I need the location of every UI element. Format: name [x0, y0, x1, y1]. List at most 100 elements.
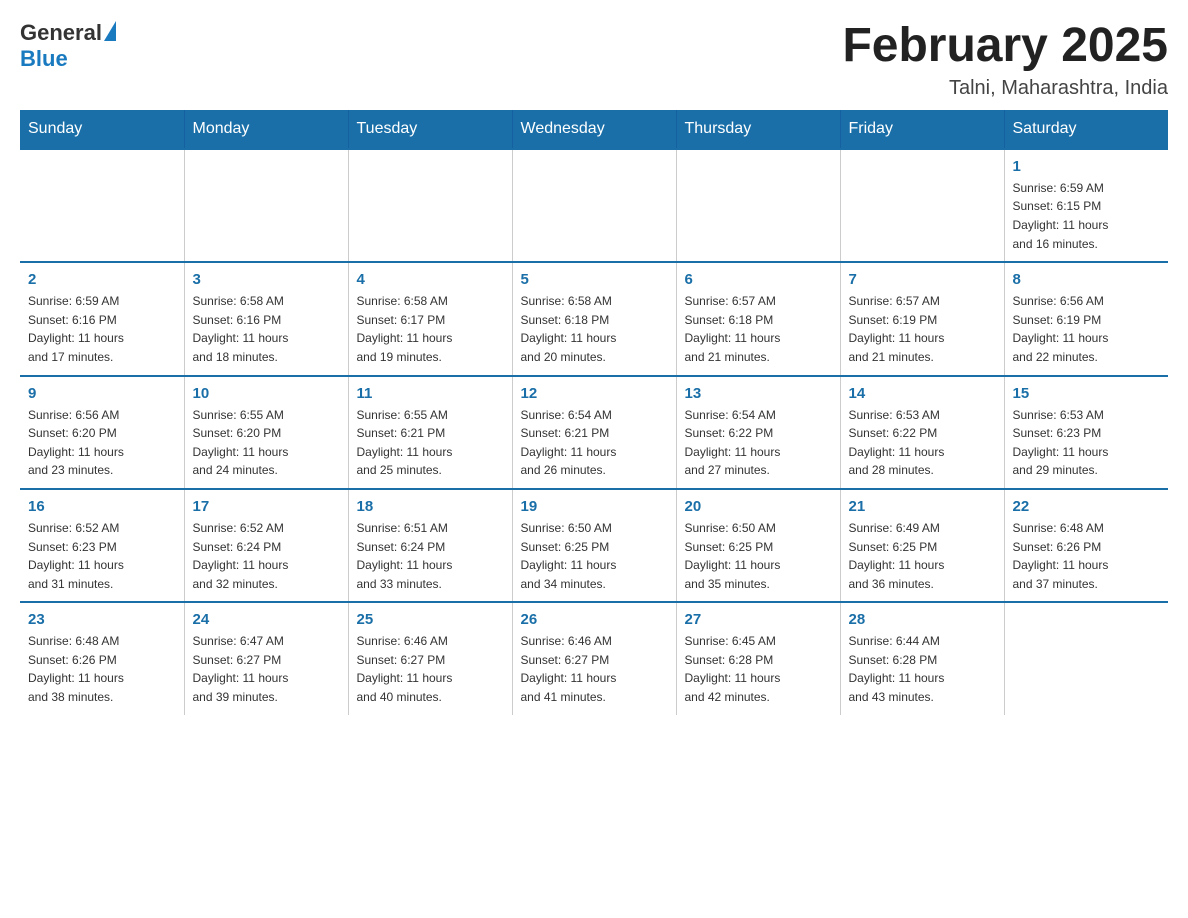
- calendar-cell: [20, 149, 184, 262]
- day-number: 15: [1013, 385, 1161, 402]
- calendar-week-row: 1Sunrise: 6:59 AM Sunset: 6:15 PM Daylig…: [20, 149, 1168, 262]
- day-info-text: Sunrise: 6:52 AM Sunset: 6:23 PM Dayligh…: [28, 519, 176, 593]
- day-number: 13: [685, 385, 832, 402]
- logo: General Blue: [20, 20, 120, 72]
- weekday-header-wednesday: Wednesday: [512, 110, 676, 149]
- day-info-text: Sunrise: 6:48 AM Sunset: 6:26 PM Dayligh…: [28, 632, 176, 706]
- calendar-table: SundayMondayTuesdayWednesdayThursdayFrid…: [20, 110, 1168, 715]
- weekday-header-friday: Friday: [840, 110, 1004, 149]
- day-number: 11: [357, 385, 504, 402]
- calendar-cell: 11 Sunrise: 6:55 AM Sunset: 6:21 PM Dayli…: [348, 376, 512, 489]
- day-number: 6: [685, 271, 832, 288]
- day-info-text: Sunrise: 6:56 AM Sunset: 6:20 PM Dayligh…: [28, 406, 176, 480]
- day-number: 16: [28, 498, 176, 515]
- calendar-cell: 27 Sunrise: 6:45 AM Sunset: 6:28 PM Dayli…: [676, 602, 840, 714]
- day-number: 19: [521, 498, 668, 515]
- calendar-week-row: 9Sunrise: 6:56 AM Sunset: 6:20 PM Daylig…: [20, 376, 1168, 489]
- calendar-cell: 4 Sunrise: 6:58 AM Sunset: 6:17 PM Daylig…: [348, 262, 512, 375]
- day-info-text: Sunrise: 6:46 AM Sunset: 6:27 PM Dayligh…: [521, 632, 668, 706]
- day-number: 26: [521, 611, 668, 628]
- day-number: 24: [193, 611, 340, 628]
- day-info-text: Sunrise: 6:55 AM Sunset: 6:20 PM Dayligh…: [193, 406, 340, 480]
- location-subtitle: Talni, Maharashtra, India: [842, 77, 1168, 100]
- day-info-text: Sunrise: 6:49 AM Sunset: 6:25 PM Dayligh…: [849, 519, 996, 593]
- calendar-cell: 21 Sunrise: 6:49 AM Sunset: 6:25 PM Dayli…: [840, 489, 1004, 602]
- calendar-cell: 15 Sunrise: 6:53 AM Sunset: 6:23 PM Dayli…: [1004, 376, 1168, 489]
- calendar-week-row: 23 Sunrise: 6:48 AM Sunset: 6:26 PM Dayli…: [20, 602, 1168, 714]
- calendar-cell: 14 Sunrise: 6:53 AM Sunset: 6:22 PM Dayli…: [840, 376, 1004, 489]
- day-info-text: Sunrise: 6:58 AM Sunset: 6:16 PM Dayligh…: [193, 292, 340, 366]
- day-info-text: Sunrise: 6:45 AM Sunset: 6:28 PM Dayligh…: [685, 632, 832, 706]
- logo-triangle-icon: [104, 21, 116, 41]
- weekday-header-sunday: Sunday: [20, 110, 184, 149]
- day-info-text: Sunrise: 6:52 AM Sunset: 6:24 PM Dayligh…: [193, 519, 340, 593]
- calendar-cell: 19 Sunrise: 6:50 AM Sunset: 6:25 PM Dayli…: [512, 489, 676, 602]
- day-number: 4: [357, 271, 504, 288]
- day-number: 22: [1013, 498, 1161, 515]
- calendar-cell: 7 Sunrise: 6:57 AM Sunset: 6:19 PM Daylig…: [840, 262, 1004, 375]
- calendar-cell: 17Sunrise: 6:52 AM Sunset: 6:24 PM Dayli…: [184, 489, 348, 602]
- day-number: 3: [193, 271, 340, 288]
- calendar-cell: 28Sunrise: 6:44 AM Sunset: 6:28 PM Dayli…: [840, 602, 1004, 714]
- day-number: 2: [28, 271, 176, 288]
- calendar-cell: 26 Sunrise: 6:46 AM Sunset: 6:27 PM Dayli…: [512, 602, 676, 714]
- calendar-cell: [840, 149, 1004, 262]
- calendar-cell: 25 Sunrise: 6:46 AM Sunset: 6:27 PM Dayli…: [348, 602, 512, 714]
- day-info-text: Sunrise: 6:53 AM Sunset: 6:22 PM Dayligh…: [849, 406, 996, 480]
- calendar-cell: [348, 149, 512, 262]
- day-number: 14: [849, 385, 996, 402]
- day-info-text: Sunrise: 6:50 AM Sunset: 6:25 PM Dayligh…: [685, 519, 832, 593]
- day-info-text: Sunrise: 6:46 AM Sunset: 6:27 PM Dayligh…: [357, 632, 504, 706]
- day-number: 21: [849, 498, 996, 515]
- calendar-cell: 23 Sunrise: 6:48 AM Sunset: 6:26 PM Dayli…: [20, 602, 184, 714]
- day-number: 7: [849, 271, 996, 288]
- calendar-week-row: 2 Sunrise: 6:59 AM Sunset: 6:16 PM Daylig…: [20, 262, 1168, 375]
- day-info-text: Sunrise: 6:54 AM Sunset: 6:21 PM Dayligh…: [521, 406, 668, 480]
- calendar-cell: 3 Sunrise: 6:58 AM Sunset: 6:16 PM Daylig…: [184, 262, 348, 375]
- day-info-text: Sunrise: 6:57 AM Sunset: 6:19 PM Dayligh…: [849, 292, 996, 366]
- weekday-header-monday: Monday: [184, 110, 348, 149]
- logo-general-text: General: [20, 20, 102, 46]
- day-info-text: Sunrise: 6:58 AM Sunset: 6:18 PM Dayligh…: [521, 292, 668, 366]
- day-info-text: Sunrise: 6:54 AM Sunset: 6:22 PM Dayligh…: [685, 406, 832, 480]
- day-number: 27: [685, 611, 832, 628]
- day-info-text: Sunrise: 6:59 AM Sunset: 6:16 PM Dayligh…: [28, 292, 176, 366]
- day-number: 12: [521, 385, 668, 402]
- day-number: 23: [28, 611, 176, 628]
- calendar-cell: 10 Sunrise: 6:55 AM Sunset: 6:20 PM Dayli…: [184, 376, 348, 489]
- calendar-week-row: 16 Sunrise: 6:52 AM Sunset: 6:23 PM Dayli…: [20, 489, 1168, 602]
- calendar-cell: 20 Sunrise: 6:50 AM Sunset: 6:25 PM Dayli…: [676, 489, 840, 602]
- calendar-cell: [676, 149, 840, 262]
- day-number: 8: [1013, 271, 1161, 288]
- day-info-text: Sunrise: 6:53 AM Sunset: 6:23 PM Dayligh…: [1013, 406, 1161, 480]
- day-number: 10: [193, 385, 340, 402]
- page-header: General Blue February 2025 Talni, Mahara…: [20, 20, 1168, 100]
- day-number: 18: [357, 498, 504, 515]
- calendar-cell: [184, 149, 348, 262]
- weekday-header-thursday: Thursday: [676, 110, 840, 149]
- day-info-text: Sunrise: 6:55 AM Sunset: 6:21 PM Dayligh…: [357, 406, 504, 480]
- day-number: 5: [521, 271, 668, 288]
- day-info-text: Sunrise: 6:50 AM Sunset: 6:25 PM Dayligh…: [521, 519, 668, 593]
- calendar-cell: 22 Sunrise: 6:48 AM Sunset: 6:26 PM Dayli…: [1004, 489, 1168, 602]
- day-info-text: Sunrise: 6:59 AM Sunset: 6:15 PM Dayligh…: [1013, 179, 1161, 253]
- day-info-text: Sunrise: 6:58 AM Sunset: 6:17 PM Dayligh…: [357, 292, 504, 366]
- day-info-text: Sunrise: 6:56 AM Sunset: 6:19 PM Dayligh…: [1013, 292, 1161, 366]
- calendar-cell: 13 Sunrise: 6:54 AM Sunset: 6:22 PM Dayli…: [676, 376, 840, 489]
- day-info-text: Sunrise: 6:44 AM Sunset: 6:28 PM Dayligh…: [849, 632, 996, 706]
- logo-blue-text: Blue: [20, 46, 68, 72]
- calendar-cell: 18Sunrise: 6:51 AM Sunset: 6:24 PM Dayli…: [348, 489, 512, 602]
- weekday-header-row: SundayMondayTuesdayWednesdayThursdayFrid…: [20, 110, 1168, 149]
- day-info-text: Sunrise: 6:47 AM Sunset: 6:27 PM Dayligh…: [193, 632, 340, 706]
- day-number: 25: [357, 611, 504, 628]
- calendar-cell: [512, 149, 676, 262]
- calendar-cell: 5 Sunrise: 6:58 AM Sunset: 6:18 PM Daylig…: [512, 262, 676, 375]
- weekday-header-tuesday: Tuesday: [348, 110, 512, 149]
- day-info-text: Sunrise: 6:57 AM Sunset: 6:18 PM Dayligh…: [685, 292, 832, 366]
- title-section: February 2025 Talni, Maharashtra, India: [842, 20, 1168, 100]
- day-info-text: Sunrise: 6:48 AM Sunset: 6:26 PM Dayligh…: [1013, 519, 1161, 593]
- calendar-cell: 12 Sunrise: 6:54 AM Sunset: 6:21 PM Dayli…: [512, 376, 676, 489]
- calendar-cell: 16 Sunrise: 6:52 AM Sunset: 6:23 PM Dayli…: [20, 489, 184, 602]
- day-number: 20: [685, 498, 832, 515]
- calendar-cell: 24 Sunrise: 6:47 AM Sunset: 6:27 PM Dayli…: [184, 602, 348, 714]
